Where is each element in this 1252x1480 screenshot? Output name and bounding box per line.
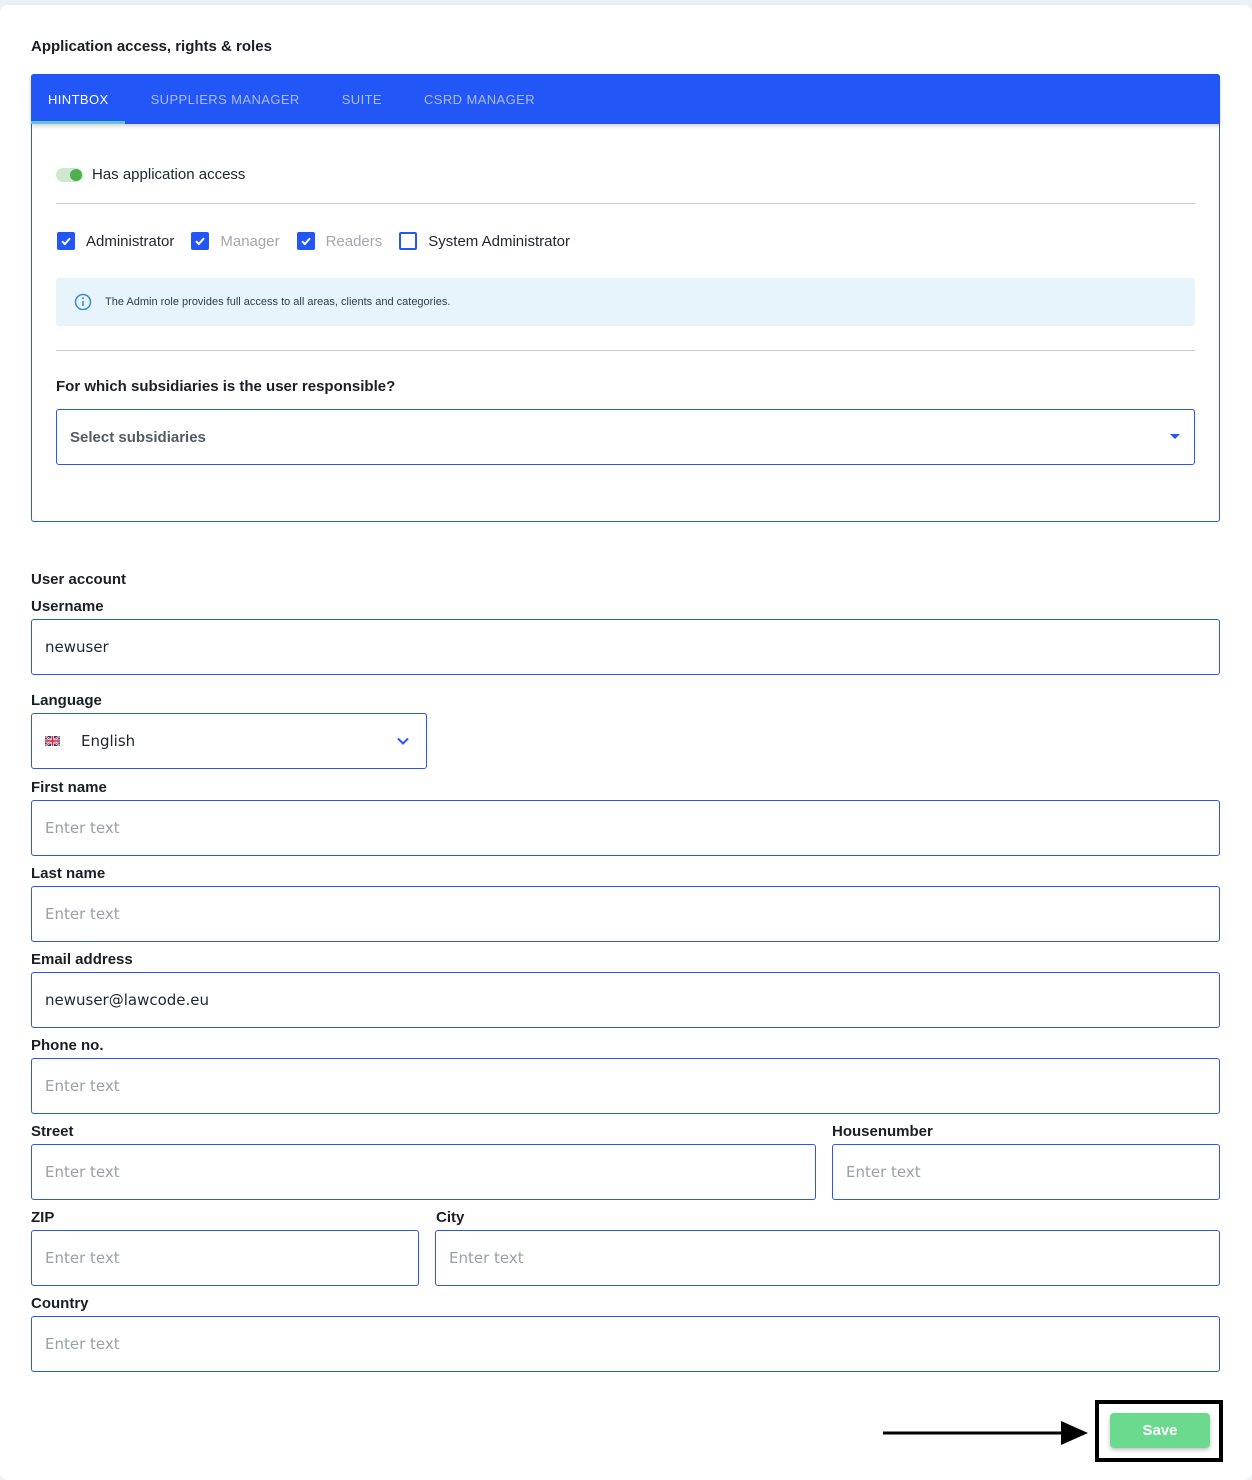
tab-suite[interactable]: SUITE <box>326 74 398 124</box>
tab-csrd-manager[interactable]: CSRD MANAGER <box>408 74 551 124</box>
street-field[interactable] <box>31 1144 816 1200</box>
check-icon <box>195 237 206 246</box>
street-input[interactable] <box>45 1163 815 1181</box>
tab-bar: HINTBOX SUPPLIERS MANAGER SUITE CSRD MAN… <box>31 74 1220 124</box>
zip-label: ZIP <box>31 1209 55 1226</box>
country-label: Country <box>31 1295 89 1312</box>
last-name-label: Last name <box>31 865 106 882</box>
zip-input[interactable] <box>45 1249 418 1267</box>
username-label: Username <box>31 598 104 615</box>
phone-input[interactable] <box>45 1077 1219 1095</box>
role-manager[interactable]: Manager <box>191 232 280 250</box>
application-access-panel: HINTBOX SUPPLIERS MANAGER SUITE CSRD MAN… <box>31 74 1220 522</box>
tab-hintbox[interactable]: HINTBOX <box>31 74 125 124</box>
chevron-down-icon <box>397 737 409 745</box>
housenumber-field[interactable] <box>832 1144 1220 1200</box>
info-circle-icon <box>74 293 92 311</box>
role-system-administrator[interactable]: System Administrator <box>399 232 570 250</box>
country-input[interactable] <box>45 1335 1219 1353</box>
language-select[interactable]: English <box>31 713 427 769</box>
phone-field[interactable] <box>31 1058 1220 1114</box>
administrator-checkbox[interactable] <box>57 232 75 250</box>
subsidiaries-select[interactable]: Select subsidiaries <box>56 409 1195 465</box>
language-value: English <box>81 732 136 750</box>
info-text: The Admin role provides full access to a… <box>105 296 451 308</box>
email-field[interactable] <box>31 972 1220 1028</box>
last-name-field[interactable] <box>31 886 1220 942</box>
housenumber-input[interactable] <box>846 1163 1219 1181</box>
application-access-label: Has application access <box>92 166 246 183</box>
check-icon <box>61 237 71 246</box>
toggle-knob <box>70 168 82 181</box>
divider <box>56 350 1195 351</box>
divider <box>56 203 1195 204</box>
subsidiaries-placeholder: Select subsidiaries <box>70 428 206 446</box>
uk-flag-icon <box>45 736 60 746</box>
role-administrator[interactable]: Administrator <box>57 232 174 250</box>
country-field[interactable] <box>31 1316 1220 1372</box>
system-administrator-checkbox[interactable] <box>399 232 418 250</box>
tab-suppliers-manager[interactable]: SUPPLIERS MANAGER <box>135 74 316 124</box>
application-access-row: Has application access <box>56 166 245 183</box>
administrator-label: Administrator <box>86 232 175 250</box>
manager-label: Manager <box>220 232 280 250</box>
save-button[interactable]: Save <box>1110 1413 1210 1448</box>
roles-group: Administrator Manager Readers System Adm… <box>57 232 587 250</box>
caret-down-icon <box>1170 434 1180 439</box>
username-field[interactable] <box>31 619 1220 675</box>
city-field[interactable] <box>435 1230 1220 1286</box>
application-access-toggle[interactable] <box>56 167 83 182</box>
phone-label: Phone no. <box>31 1037 104 1054</box>
user-account-title: User account <box>31 571 127 588</box>
info-banner: The Admin role provides full access to a… <box>56 278 1195 326</box>
email-label: Email address <box>31 951 133 968</box>
manager-checkbox[interactable] <box>191 232 210 250</box>
last-name-input[interactable] <box>45 905 1219 923</box>
first-name-label: First name <box>31 779 107 796</box>
city-label: City <box>436 1209 465 1226</box>
zip-field[interactable] <box>31 1230 419 1286</box>
role-readers[interactable]: Readers <box>296 232 383 250</box>
arrow-right-icon <box>883 1421 1088 1445</box>
section-title: Application access, rights & roles <box>31 38 272 55</box>
housenumber-label: Housenumber <box>832 1123 933 1140</box>
city-input[interactable] <box>449 1249 1219 1267</box>
system-administrator-label: System Administrator <box>428 232 570 250</box>
email-input[interactable] <box>45 991 1219 1009</box>
readers-checkbox[interactable] <box>296 232 315 250</box>
street-label: Street <box>31 1123 74 1140</box>
check-icon <box>300 237 311 246</box>
first-name-field[interactable] <box>31 800 1220 856</box>
readers-label: Readers <box>325 232 383 250</box>
username-input[interactable] <box>45 638 1219 656</box>
language-label: Language <box>31 692 102 709</box>
subsidiaries-question: For which subsidiaries is the user respo… <box>56 378 396 395</box>
first-name-input[interactable] <box>45 819 1219 837</box>
